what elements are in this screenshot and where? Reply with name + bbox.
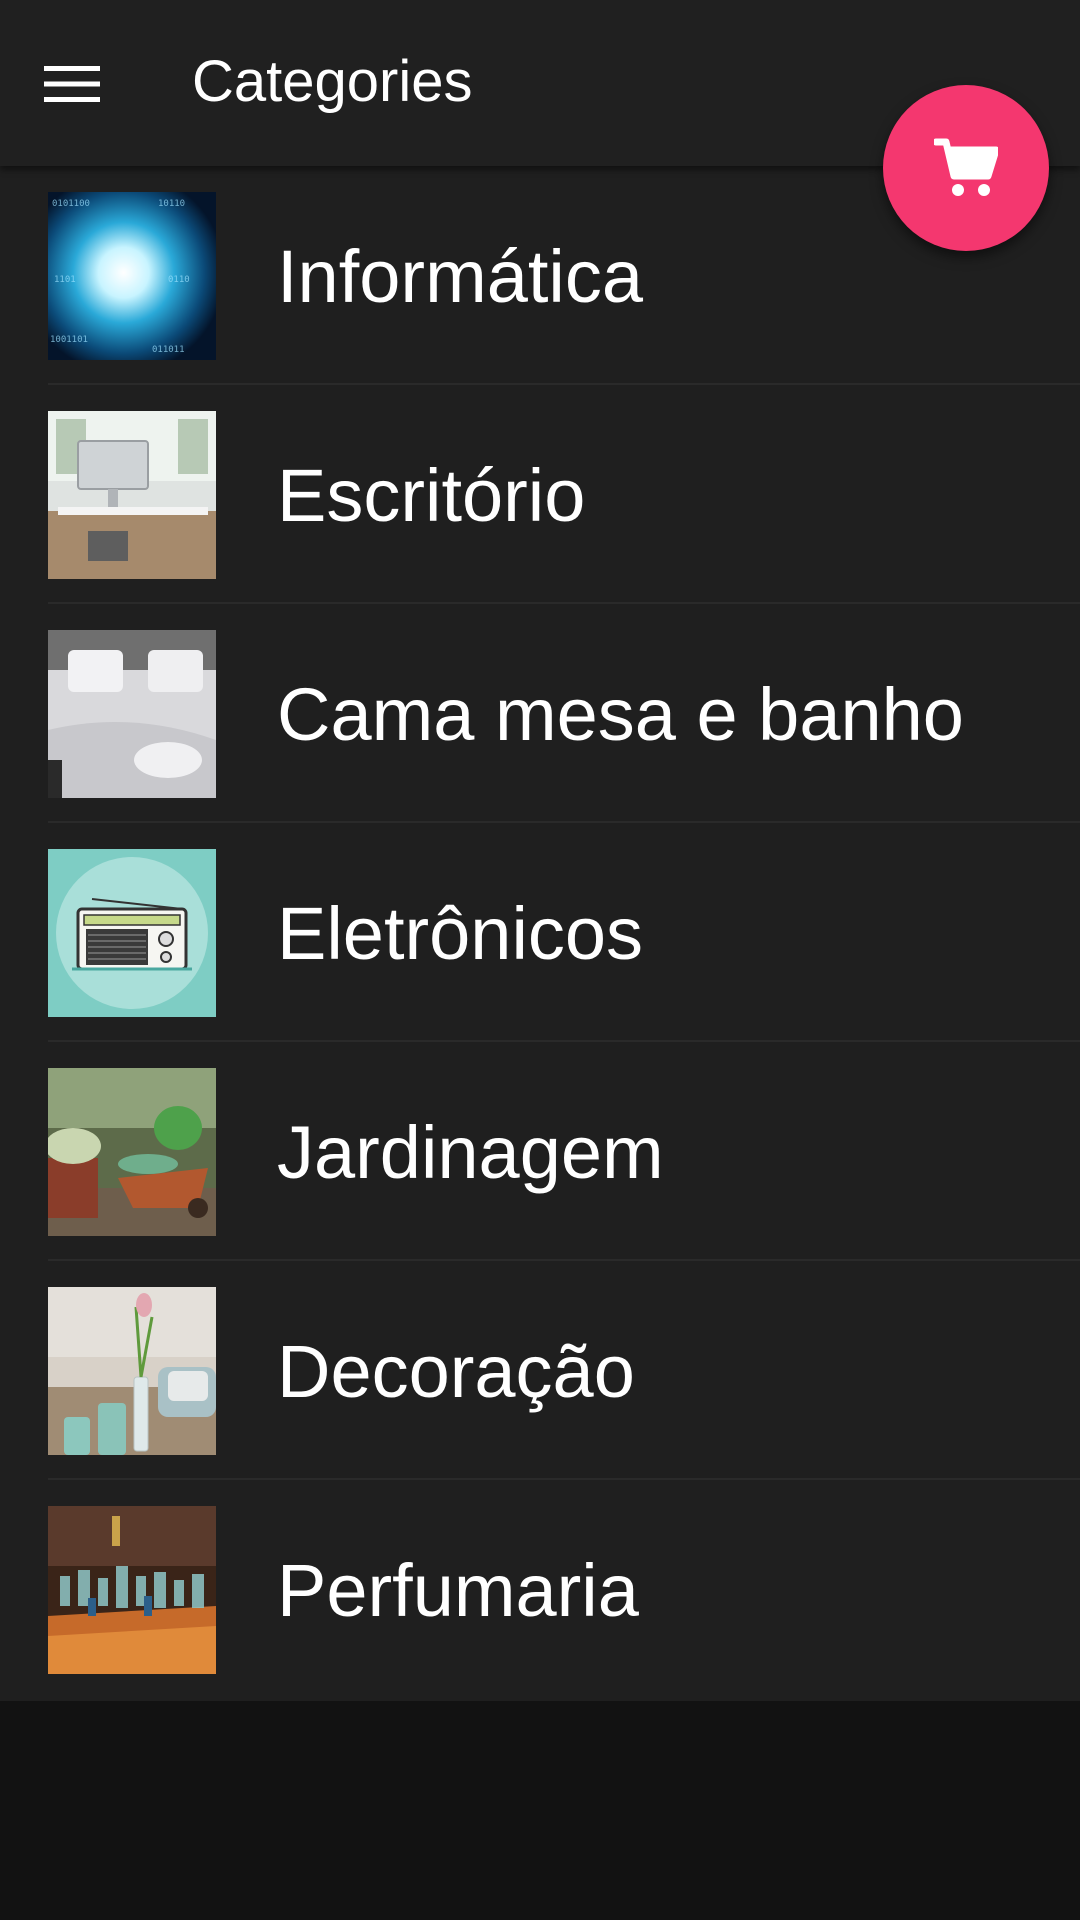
page-title: Categories [192, 49, 473, 114]
category-label: Informática [277, 235, 644, 318]
category-item-cama-mesa-banho[interactable]: Cama mesa e banho [0, 604, 1080, 823]
menu-button[interactable] [20, 32, 124, 136]
cart-button[interactable] [883, 85, 1049, 251]
svg-text:011011: 011011 [152, 345, 185, 355]
svg-text:1001101: 1001101 [50, 335, 88, 345]
category-image [48, 849, 216, 1017]
svg-text:10110: 10110 [158, 199, 185, 209]
category-image [48, 1506, 216, 1674]
category-item-escritorio[interactable]: Escritório [0, 385, 1080, 604]
category-image [48, 630, 216, 798]
category-item-eletronicos[interactable]: Eletrônicos [0, 823, 1080, 1042]
category-label: Eletrônicos [277, 892, 644, 975]
category-image [48, 1068, 216, 1236]
hamburger-menu-icon [44, 66, 100, 102]
category-item-perfumaria[interactable]: Perfumaria [0, 1480, 1080, 1699]
category-label: Perfumaria [277, 1549, 639, 1632]
category-list: 0101100 10110 1001101 011011 0110 1101 Info… [0, 166, 1080, 1701]
shopping-cart-icon [934, 138, 998, 196]
category-label: Decoração [277, 1330, 635, 1413]
category-image: 0101100 10110 1001101 011011 0110 1101 [48, 192, 216, 360]
svg-text:0101100: 0101100 [52, 199, 90, 209]
svg-text:0110: 0110 [168, 275, 190, 285]
category-item-decoracao[interactable]: Decoração [0, 1261, 1080, 1480]
category-item-jardinagem[interactable]: Jardinagem [0, 1042, 1080, 1261]
category-label: Cama mesa e banho [277, 673, 964, 756]
svg-text:1101: 1101 [54, 275, 76, 285]
category-label: Jardinagem [277, 1111, 664, 1194]
category-image [48, 1287, 216, 1455]
categories-screen: Categories 0101100 10110 1001101 011011 … [0, 0, 1080, 1920]
category-image [48, 411, 216, 579]
category-label: Escritório [277, 454, 586, 537]
